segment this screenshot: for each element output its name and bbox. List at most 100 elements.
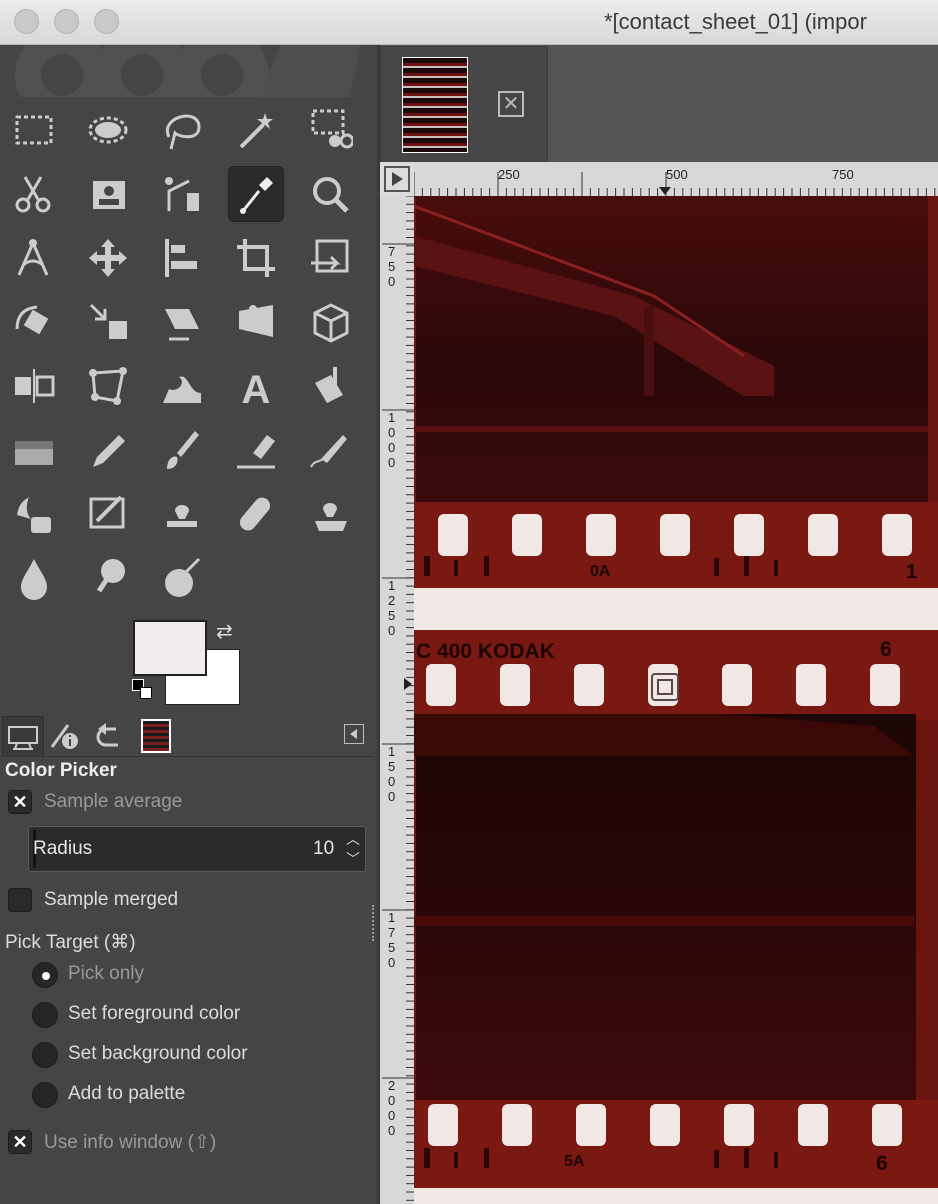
minimize-window-button[interactable] (54, 9, 79, 34)
dock-menu-button[interactable] (344, 724, 364, 744)
tool-pencil[interactable] (80, 422, 136, 478)
tool-measure[interactable] (6, 230, 62, 286)
svg-text:7: 7 (388, 244, 395, 259)
film-perforation (576, 1104, 606, 1146)
tab-undo-history[interactable] (88, 716, 128, 756)
tool-scale[interactable] (80, 294, 136, 350)
tool-warp-transform[interactable] (154, 358, 210, 414)
tool-heal[interactable] (228, 486, 284, 542)
film-perforation (798, 1104, 828, 1146)
tool-color-picker[interactable] (228, 166, 284, 222)
vertical-ruler[interactable]: 75010001250150017502000 (380, 196, 414, 1204)
3d-transform-icon (313, 303, 349, 343)
tool-foreground-select[interactable] (80, 166, 136, 222)
perspective-icon (239, 305, 273, 337)
film-perforation (428, 1104, 458, 1146)
tool-airbrush[interactable] (302, 422, 358, 478)
tool-ellipse-select[interactable] (80, 102, 136, 158)
tool-select-by-color[interactable] (302, 102, 358, 158)
quick-mask-toggle[interactable] (380, 162, 414, 196)
tool-free-select[interactable] (154, 102, 210, 158)
tool-move[interactable] (80, 230, 136, 286)
svg-text:0: 0 (388, 425, 395, 440)
tool-shear[interactable] (154, 294, 210, 350)
scale-icon (89, 303, 127, 339)
pick-only-label: Pick only (68, 963, 145, 984)
tool-options-icon (8, 726, 38, 750)
film-perforation (870, 664, 900, 706)
align-icon (165, 239, 197, 277)
tool-scissors-select[interactable] (6, 166, 62, 222)
dock-tab-separator (0, 756, 374, 757)
radio-set-background[interactable] (32, 1042, 58, 1068)
radius-spinbutton[interactable]: Radius 10 ︿ ﹀ (28, 826, 366, 872)
tab-images[interactable] (136, 716, 176, 756)
tool-rect-select[interactable] (6, 102, 62, 158)
film-perforation (650, 1104, 680, 1146)
ruler-v-label-1750: 1750 (382, 909, 414, 970)
window-titlebar: *[contact_sheet_01] (impor (0, 0, 938, 45)
tool-cage-transform[interactable] (80, 358, 136, 414)
tool-paintbrush[interactable] (154, 422, 210, 478)
tool-zoom[interactable] (302, 166, 358, 222)
tool-clone[interactable] (154, 486, 210, 542)
tool-text[interactable]: A (228, 358, 284, 414)
swap-colors-icon[interactable]: ⇄ (216, 620, 240, 644)
tool-blur-sharpen[interactable] (6, 550, 62, 606)
pane-handle[interactable] (372, 905, 380, 941)
tool-crop[interactable] (228, 230, 284, 286)
free-select-icon (165, 114, 201, 150)
tool-eraser[interactable] (228, 422, 284, 478)
svg-text:1: 1 (388, 910, 395, 925)
radio-add-to-palette[interactable] (32, 1082, 58, 1108)
set-background-label: Set background color (68, 1043, 248, 1064)
tool-paths[interactable] (154, 166, 210, 222)
default-colors-icon[interactable] (132, 679, 156, 703)
tool-align[interactable] (154, 230, 210, 286)
image-canvas: 0A 1 C 400 KODAK 6 5A 6 (414, 196, 938, 1204)
zoom-window-button[interactable] (94, 9, 119, 34)
film-perforation (872, 1104, 902, 1146)
device-status-icon (50, 724, 78, 749)
tool-ink[interactable] (6, 486, 62, 542)
svg-text:0: 0 (388, 955, 395, 970)
paths-icon (165, 177, 199, 211)
horizontal-ruler[interactable]: 250 500 750 (414, 162, 938, 196)
tool-3d-transform[interactable] (302, 294, 358, 350)
tool-unified-transform[interactable] (302, 230, 358, 286)
tool-rotate[interactable] (6, 294, 62, 350)
tool-perspective-clone[interactable] (302, 486, 358, 542)
foreground-color-swatch[interactable] (133, 620, 207, 676)
svg-text:0: 0 (388, 1093, 395, 1108)
tool-mypaint-brush[interactable] (80, 486, 136, 542)
tool-fuzzy-select[interactable] (228, 102, 284, 158)
move-icon (89, 239, 127, 277)
radio-pick-only[interactable] (32, 962, 58, 988)
tool-smudge[interactable] (80, 550, 136, 606)
image-tab[interactable]: ✕ (380, 46, 548, 162)
tool-bucket-fill[interactable] (302, 358, 358, 414)
film-frame-1: 1 (906, 561, 917, 583)
sample-merged-checkbox[interactable] (8, 888, 32, 912)
close-window-button[interactable] (14, 9, 39, 34)
warp-transform-icon (163, 376, 201, 403)
radius-value: 10 (313, 838, 335, 859)
use-info-window-checkbox[interactable]: ✕ (8, 1130, 32, 1154)
blur-sharpen-icon (21, 559, 47, 600)
rotate-icon (15, 305, 49, 335)
sample-average-checkbox[interactable]: ✕ (8, 790, 32, 814)
tool-flip[interactable] (6, 358, 62, 414)
radius-increment-button[interactable]: ︿ (343, 829, 363, 849)
radius-decrement-button[interactable]: ﹀ (343, 849, 363, 869)
tool-gradient[interactable] (6, 422, 62, 478)
triangle-left-icon (350, 729, 357, 739)
tool-perspective[interactable] (228, 294, 284, 350)
svg-text:0: 0 (388, 1108, 395, 1123)
radio-set-foreground[interactable] (32, 1002, 58, 1028)
tab-device-status[interactable] (44, 716, 84, 756)
tool-dodge-burn[interactable] (154, 550, 210, 606)
film-perforation (500, 664, 530, 706)
close-tab-icon[interactable]: ✕ (498, 91, 524, 117)
tab-tool-options[interactable] (2, 716, 44, 757)
scissors-select-icon (15, 176, 51, 213)
